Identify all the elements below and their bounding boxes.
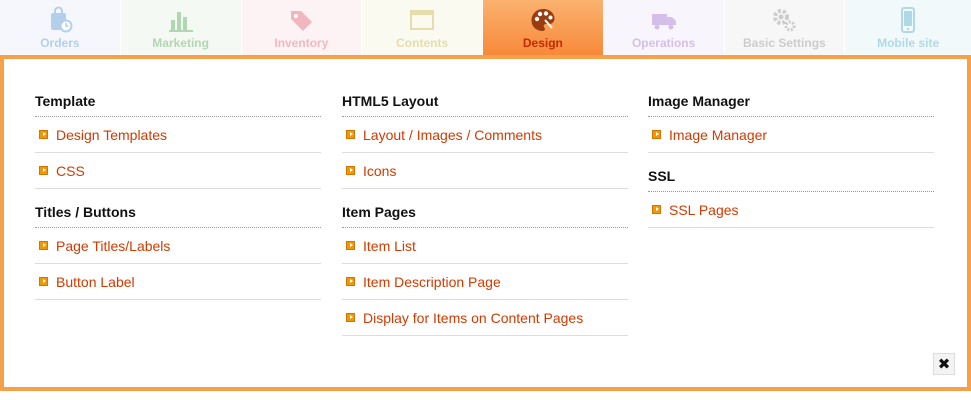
link-item-description-page[interactable]: Item Description Page <box>342 264 628 300</box>
link-label: Icons <box>363 162 397 179</box>
section-template: Template Design Templates CSS <box>35 89 321 189</box>
section-title: SSL <box>648 164 934 192</box>
link-display-items-content-pages[interactable]: Display for Items on Content Pages <box>342 300 628 336</box>
menu-column-2: HTML5 Layout Layout / Images / Comments … <box>342 89 628 336</box>
section-title: Item Pages <box>342 200 628 228</box>
orders-icon <box>46 6 74 34</box>
tab-contents[interactable]: Contents <box>362 0 482 55</box>
link-page-titles-labels[interactable]: Page Titles/Labels <box>35 228 321 264</box>
link-label: Page Titles/Labels <box>56 237 171 254</box>
link-button-label[interactable]: Button Label <box>35 264 321 300</box>
tab-marketing-label: Marketing <box>152 36 209 50</box>
menu-column-3: Image Manager Image Manager SSL SSL Page… <box>648 89 934 228</box>
link-label: Item Description Page <box>363 273 501 290</box>
link-item-list[interactable]: Item List <box>342 228 628 264</box>
link-css[interactable]: CSS <box>35 153 321 189</box>
link-image-manager[interactable]: Image Manager <box>648 117 934 153</box>
bar-chart-icon <box>167 6 195 34</box>
section-item-pages: Item Pages Item List Item Description Pa… <box>342 200 628 336</box>
tab-contents-label: Contents <box>396 36 449 50</box>
close-icon: ✖ <box>937 356 951 373</box>
link-label: CSS <box>56 162 85 179</box>
arrow-bullet-icon <box>652 205 661 214</box>
tab-inventory[interactable]: Inventory <box>241 0 362 55</box>
tab-mobile-site[interactable]: Mobile site <box>845 0 971 55</box>
design-menu-panel: Template Design Templates CSS Titles / B… <box>0 55 971 391</box>
link-icons[interactable]: Icons <box>342 153 628 189</box>
link-design-templates[interactable]: Design Templates <box>35 117 321 153</box>
close-button[interactable]: ✖ <box>933 353 955 375</box>
menu-column-1: Template Design Templates CSS Titles / B… <box>35 89 321 300</box>
arrow-bullet-icon <box>346 313 355 322</box>
tab-operations[interactable]: Operations <box>603 0 724 55</box>
tab-mobile-site-label: Mobile site <box>877 36 940 50</box>
tab-design-label: Design <box>522 36 563 50</box>
link-label: Button Label <box>56 273 135 290</box>
link-label: Layout / Images / Comments <box>363 126 542 143</box>
link-layout-images-comments[interactable]: Layout / Images / Comments <box>342 117 628 153</box>
section-title: Template <box>35 89 321 117</box>
tab-operations-label: Operations <box>631 36 696 50</box>
top-navigation: Orders Marketing Inventory Contents Desi… <box>0 0 971 55</box>
arrow-bullet-icon <box>346 166 355 175</box>
section-html5-layout: HTML5 Layout Layout / Images / Comments … <box>342 89 628 189</box>
section-titles-buttons: Titles / Buttons Page Titles/Labels Butt… <box>35 200 321 300</box>
gears-icon <box>770 6 798 34</box>
link-label: Image Manager <box>669 126 768 143</box>
link-label: Item List <box>363 237 416 254</box>
tab-inventory-label: Inventory <box>274 36 329 50</box>
palette-icon <box>529 6 557 34</box>
link-ssl-pages[interactable]: SSL Pages <box>648 192 934 228</box>
tab-marketing[interactable]: Marketing <box>120 0 241 55</box>
link-label: SSL Pages <box>669 201 739 218</box>
arrow-bullet-icon <box>346 241 355 250</box>
mobile-icon <box>894 6 922 34</box>
tab-orders[interactable]: Orders <box>0 0 120 55</box>
section-title: Titles / Buttons <box>35 200 321 228</box>
arrow-bullet-icon <box>346 130 355 139</box>
section-title: Image Manager <box>648 89 934 117</box>
tab-orders-label: Orders <box>40 36 80 50</box>
tab-basic-settings[interactable]: Basic Settings <box>724 0 845 55</box>
section-title: HTML5 Layout <box>342 89 628 117</box>
arrow-bullet-icon <box>346 277 355 286</box>
section-ssl: SSL SSL Pages <box>648 164 934 228</box>
tab-design[interactable]: Design <box>483 0 603 55</box>
window-icon <box>408 6 436 34</box>
arrow-bullet-icon <box>39 277 48 286</box>
tag-icon <box>287 6 315 34</box>
arrow-bullet-icon <box>39 130 48 139</box>
link-label: Design Templates <box>56 126 168 143</box>
truck-icon <box>650 6 678 34</box>
arrow-bullet-icon <box>39 166 48 175</box>
link-label: Display for Items on Content Pages <box>363 309 584 326</box>
arrow-bullet-icon <box>39 241 48 250</box>
tab-basic-settings-label: Basic Settings <box>743 36 826 50</box>
arrow-bullet-icon <box>652 130 661 139</box>
section-image-manager: Image Manager Image Manager <box>648 89 934 153</box>
